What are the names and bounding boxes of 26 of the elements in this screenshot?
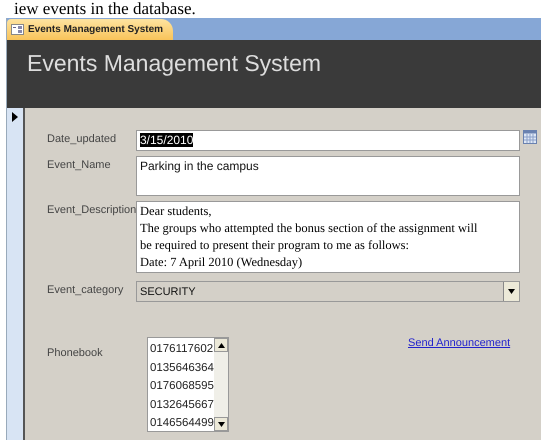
scroll-up-button[interactable] [214,338,228,352]
description-field[interactable]: Dear students, The groups who attempted the bonus section of the assignment will be required to present their program to me as follows: Date: 7 April 2010 (Wednesday) [136,201,520,273]
form-title: Events Management System [27,50,322,76]
list-item[interactable]: 0176117602 [150,340,214,358]
scroll-down-button[interactable] [214,417,228,431]
text-field[interactable]: Parking in the campus [136,156,520,196]
list-item[interactable]: 0146564499 [150,414,214,432]
field-label: Event_Description [47,203,136,216]
list-item[interactable]: 0135646364 [150,358,214,377]
field-label: Event_category [47,283,124,296]
date-field[interactable]: 3/15/2010 [136,130,520,151]
field-label: Phonebook [47,346,104,361]
up-arrow-icon [218,342,224,348]
calendar-icon[interactable] [523,130,537,144]
form-icon [11,24,24,35]
phonebook-list[interactable]: 0176117602 0135646364 0176068595 0132645667 0146564499 [147,337,229,432]
list-item[interactable]: 0132645667 [150,396,214,414]
field-label: Event_Name [47,158,112,171]
category-dropdown[interactable]: SECURITY [136,281,520,302]
form-tab[interactable]: Events Management System [7,19,174,40]
dropdown-arrow-icon [508,289,515,294]
document-text: iew events in the database. [13,0,197,18]
list-item[interactable]: 0176068595 [150,377,214,396]
field-label: Date_updated [47,132,118,145]
send-announcement-link[interactable]: Send Announcement [408,337,510,351]
down-arrow-icon [218,422,224,426]
